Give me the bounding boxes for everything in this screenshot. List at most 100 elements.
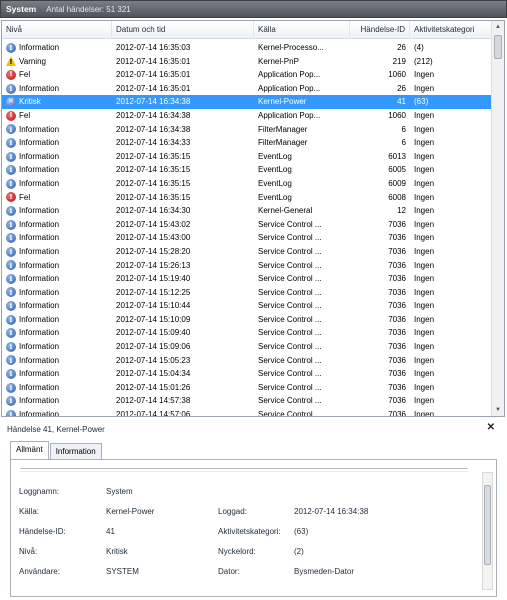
scroll-thumb[interactable] — [494, 35, 502, 59]
keywords-label: Nyckelord: — [218, 547, 256, 556]
event-row[interactable]: i Information 2012-07-14 15:01:26 Service C… — [2, 381, 491, 395]
date-cell: 2012-07-14 15:19:40 — [116, 274, 191, 284]
event-row[interactable]: i Information 2012-07-14 15:19:40 Service C… — [2, 272, 491, 286]
error-icon: ! — [6, 110, 16, 121]
keywords-value: (2) — [294, 547, 304, 556]
event-row[interactable]: i Information 2012-07-14 16:34:30 Kernel-Ge… — [2, 204, 491, 218]
column-event-id[interactable]: Händelse-ID — [350, 21, 410, 39]
task-value: (63) — [294, 527, 309, 536]
information-icon: i — [6, 42, 16, 53]
level-text: Information — [19, 342, 60, 352]
event-id-cell: 7036 — [388, 274, 406, 284]
level-text: Information — [19, 328, 60, 338]
level-cell: i Information — [6, 340, 112, 354]
description-box[interactable] — [20, 468, 468, 472]
details-scrollbar[interactable] — [482, 472, 493, 590]
information-icon: i — [6, 151, 16, 162]
source-cell: Service Control ... — [258, 233, 322, 243]
event-row[interactable]: i Information 2012-07-14 15:12:25 Service C… — [2, 286, 491, 300]
event-row[interactable]: i Information 2012-07-14 16:35:15 EventLog 6… — [2, 177, 491, 191]
source-cell: Service Control ... — [258, 287, 322, 297]
level-cell: i Information — [6, 150, 112, 164]
scroll-up-icon[interactable]: ▲ — [492, 21, 504, 33]
level-text: Information — [19, 355, 60, 365]
date-cell: 2012-07-14 15:10:09 — [116, 314, 191, 324]
event-row[interactable]: i Information 2012-07-14 15:28:20 Service C… — [2, 245, 491, 259]
date-cell: 2012-07-14 15:10:44 — [116, 301, 191, 311]
task-cell: Ingen — [414, 124, 435, 134]
event-row[interactable]: i Information 2012-07-14 16:35:03 Kernel-Pr… — [2, 41, 491, 55]
event-row[interactable]: i Information 2012-07-14 15:43:02 Service C… — [2, 218, 491, 232]
level-value: Kritisk — [106, 547, 128, 556]
source-cell: Kernel-Processo... — [258, 43, 324, 52]
event-row[interactable]: i Information 2012-07-14 15:10:44 Service C… — [2, 299, 491, 313]
date-cell: 2012-07-14 16:35:03 — [116, 43, 191, 52]
event-row[interactable]: i Information 2012-07-14 15:26:13 Service C… — [2, 259, 491, 273]
task-cell: Ingen — [414, 355, 435, 365]
event-row[interactable]: ! Fel 2012-07-14 16:35:15 EventLog 6008 Ingen — [2, 191, 491, 205]
details-scroll-thumb[interactable] — [484, 485, 491, 565]
level-text: Information — [19, 396, 60, 406]
event-row[interactable]: i Information 2012-07-14 16:35:01 Applicati… — [2, 82, 491, 96]
task-cell: Ingen — [414, 382, 435, 392]
level-text: Information — [19, 260, 60, 270]
level-text: Fel — [19, 110, 31, 120]
level-text: Information — [19, 124, 60, 134]
tab-details[interactable]: Information — [49, 443, 102, 459]
event-row[interactable]: i Information 2012-07-14 16:34:33 FilterMan… — [2, 136, 491, 150]
event-list[interactable]: Nivå Datum och tid Källa Händelse-ID Akt… — [1, 20, 505, 417]
event-row[interactable]: i Information 2012-07-14 15:05:23 Service C… — [2, 354, 491, 368]
date-cell: 2012-07-14 15:28:20 — [116, 246, 191, 256]
task-cell: Ingen — [414, 110, 435, 120]
scroll-down-icon[interactable]: ▼ — [492, 404, 504, 416]
task-cell: Ingen — [414, 138, 435, 148]
level-cell: i Information — [6, 313, 112, 327]
task-cell: Ingen — [414, 206, 435, 216]
column-source[interactable]: Källa — [254, 21, 350, 39]
event-row[interactable]: ! Fel 2012-07-14 16:34:38 Application Pop..… — [2, 109, 491, 123]
level-cell: ✕ Kritisk — [6, 95, 112, 109]
event-id-cell: 7036 — [388, 382, 406, 392]
list-scrollbar[interactable]: ▲ ▼ — [491, 21, 504, 416]
event-row[interactable]: i Information 2012-07-14 15:04:34 Service C… — [2, 367, 491, 381]
details-header: Händelse 41, Kernel-Power ✕ — [1, 421, 505, 437]
level-cell: i Information — [6, 136, 112, 150]
event-row[interactable]: i Information 2012-07-14 16:34:38 FilterMan… — [2, 123, 491, 137]
level-cell: i Information — [6, 123, 112, 137]
event-row[interactable]: i Information 2012-07-14 14:57:38 Service C… — [2, 394, 491, 408]
task-cell: Ingen — [414, 70, 435, 80]
task-cell: Ingen — [414, 233, 435, 243]
information-icon: i — [6, 233, 16, 244]
event-row[interactable]: ! Fel 2012-07-14 16:35:01 Application Pop..… — [2, 68, 491, 82]
event-id-cell: 12 — [397, 206, 406, 216]
event-row[interactable]: ! Varning 2012-07-14 16:35:01 Kernel-PnP 219… — [2, 55, 491, 69]
column-task[interactable]: Aktivitetskategori — [410, 21, 491, 39]
event-row[interactable]: i Information 2012-07-14 15:10:09 Service C… — [2, 313, 491, 327]
column-date[interactable]: Datum och tid — [112, 21, 254, 39]
task-cell: Ingen — [414, 396, 435, 406]
task-cell: Ingen — [414, 83, 435, 93]
event-row[interactable]: i Information 2012-07-14 16:35:15 EventLog 6… — [2, 163, 491, 177]
source-cell: Service Control ... — [258, 328, 322, 338]
column-level[interactable]: Nivå — [2, 21, 112, 39]
task-cell: Ingen — [414, 301, 435, 311]
tab-general[interactable]: Allmänt — [10, 441, 49, 459]
level-text: Information — [19, 83, 60, 93]
date-cell: 2012-07-14 15:12:25 — [116, 287, 191, 297]
event-row[interactable]: ✕ Kritisk 2012-07-14 16:34:38 Kernel-Power 4… — [2, 95, 491, 109]
event-row[interactable]: i Information 2012-07-14 15:09:06 Service C… — [2, 340, 491, 354]
information-icon: i — [6, 260, 16, 271]
logged-value: 2012-07-14 16:34:38 — [294, 507, 369, 516]
event-row[interactable]: i Information 2012-07-14 15:09:40 Service C… — [2, 326, 491, 340]
level-cell: i Information — [6, 326, 112, 340]
event-id-value: 41 — [106, 527, 115, 536]
close-icon[interactable]: ✕ — [487, 422, 495, 433]
level-text: Information — [19, 206, 60, 216]
event-row[interactable]: i Information 2012-07-14 16:35:15 EventLog 6… — [2, 150, 491, 164]
level-cell: i Information — [6, 82, 112, 96]
source-cell: Service Control ... — [258, 301, 322, 311]
information-icon: i — [6, 178, 16, 189]
event-row[interactable]: i Information 2012-07-14 15:43:00 Service C… — [2, 231, 491, 245]
information-icon: i — [6, 369, 16, 380]
event-row[interactable]: i Information 2012-07-14 14:57:06 Service C… — [2, 408, 491, 416]
